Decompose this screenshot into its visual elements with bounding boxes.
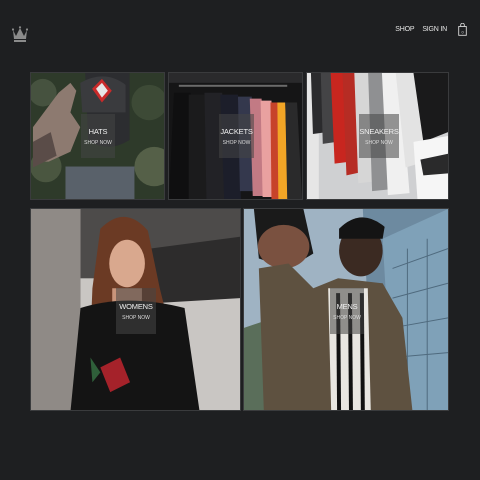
shop-now-link[interactable]: SHOP NOW: [84, 140, 112, 146]
top-nav: SHOP SIGN IN 0: [395, 23, 467, 36]
category-label[interactable]: SNEAKERS SHOP NOW: [359, 114, 399, 158]
category-card-sneakers[interactable]: SNEAKERS SHOP NOW: [306, 72, 449, 200]
shopping-bag-icon[interactable]: 0: [458, 23, 467, 36]
category-title: JACKETS: [220, 126, 253, 136]
category-label[interactable]: WOMENS SHOP NOW: [116, 288, 156, 334]
category-title: SNEAKERS: [359, 126, 399, 136]
category-label[interactable]: HATS SHOP NOW: [81, 114, 115, 158]
category-title: WOMENS: [119, 301, 153, 311]
category-card-mens[interactable]: MENS SHOP NOW: [243, 208, 449, 411]
category-card-womens[interactable]: WOMENS SHOP NOW: [30, 208, 241, 411]
nav-shop-link[interactable]: SHOP: [395, 26, 414, 33]
category-label[interactable]: JACKETS SHOP NOW: [219, 114, 254, 158]
shop-now-link[interactable]: SHOP NOW: [223, 140, 251, 146]
nav-sign-in-link[interactable]: SIGN IN: [422, 26, 447, 33]
header: SHOP SIGN IN 0: [0, 0, 480, 60]
shop-now-link[interactable]: SHOP NOW: [365, 140, 393, 146]
shop-now-link[interactable]: SHOP NOW: [122, 315, 150, 321]
shop-now-link[interactable]: SHOP NOW: [333, 315, 361, 321]
category-title: HATS: [88, 126, 108, 136]
category-card-jackets[interactable]: JACKETS SHOP NOW: [168, 72, 303, 200]
svg-text:0: 0: [461, 29, 464, 34]
category-label[interactable]: MENS SHOP NOW: [330, 288, 364, 334]
crown-icon[interactable]: [12, 25, 28, 43]
category-card-hats[interactable]: HATS SHOP NOW: [30, 72, 165, 200]
category-title: MENS: [336, 301, 358, 311]
